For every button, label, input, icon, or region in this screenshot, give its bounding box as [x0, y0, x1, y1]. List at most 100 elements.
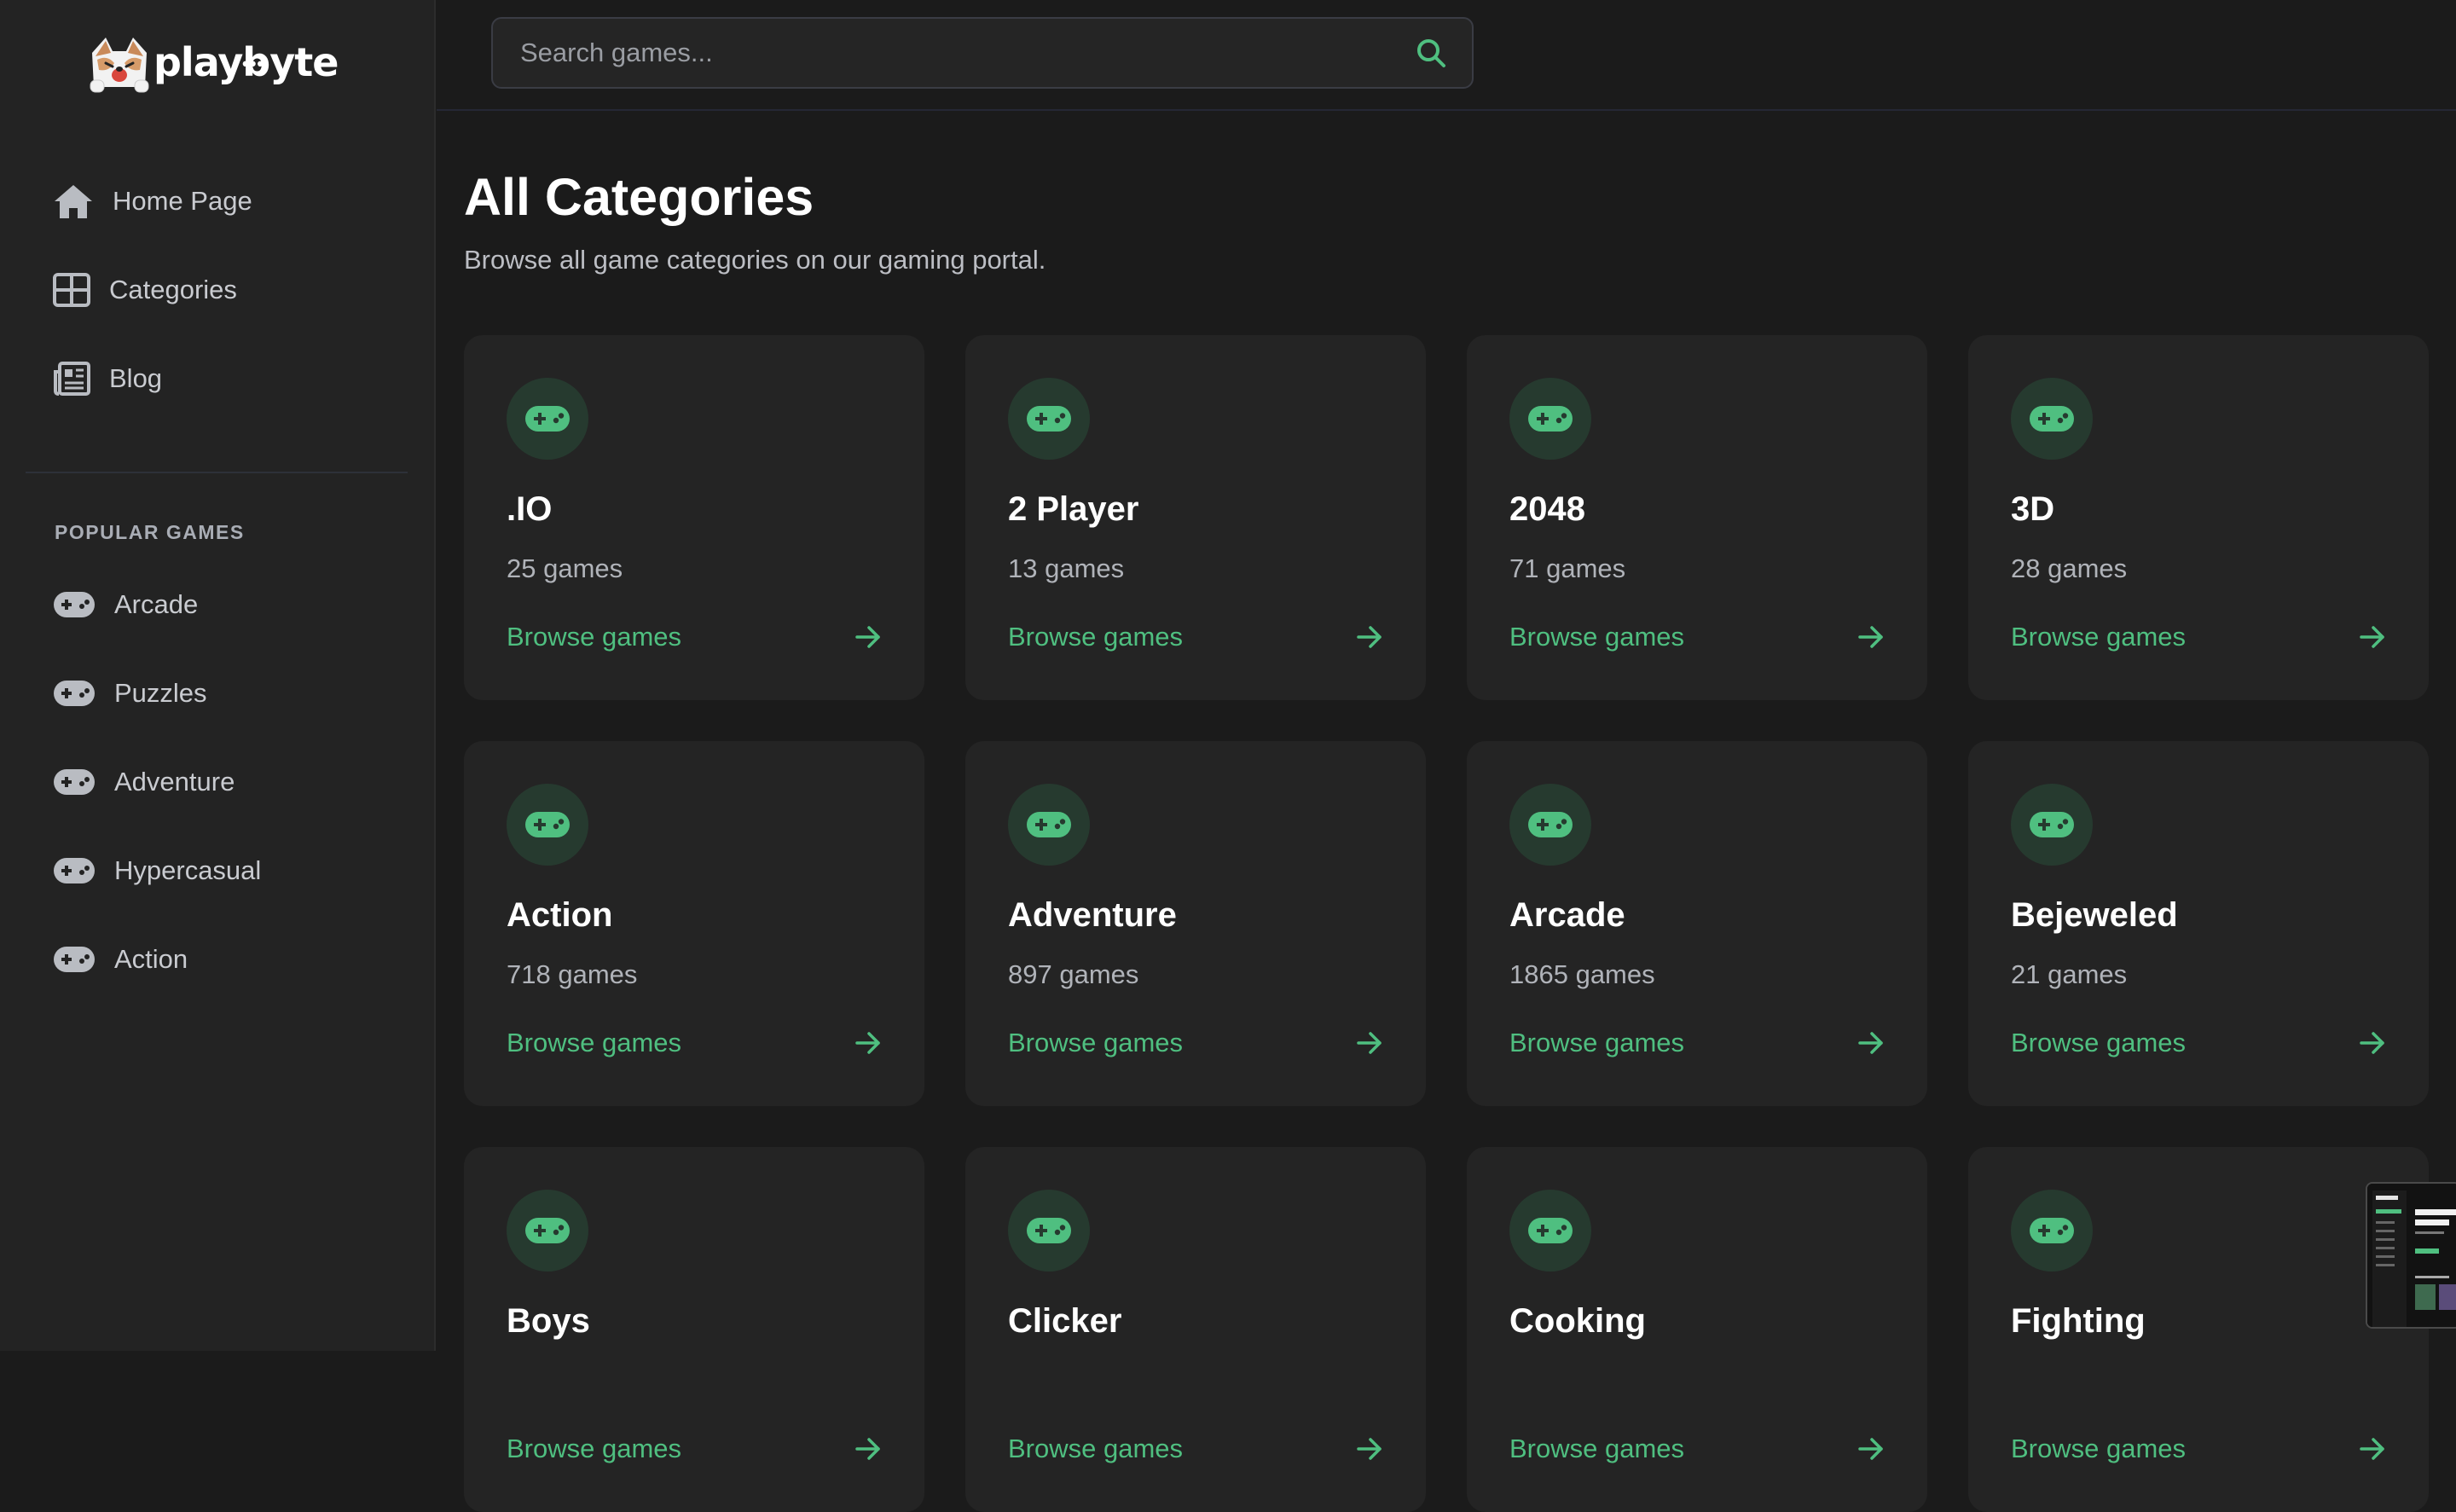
category-name: Fighting: [2011, 1302, 2146, 1340]
browse-games-link[interactable]: Browse games: [2011, 1026, 2386, 1060]
category-name: Bejeweled: [2011, 896, 2178, 934]
gamepad-icon: [54, 681, 95, 706]
arrow-right-icon: [2360, 1438, 2384, 1460]
browse-games-link[interactable]: Browse games: [1509, 1432, 1885, 1466]
category-game-count: 25 games: [507, 553, 623, 583]
gamepad-icon: [54, 592, 95, 617]
browse-games-link[interactable]: Browse games: [2011, 620, 2386, 654]
page-preview-image: [2367, 1184, 2456, 1327]
browse-games-label: Browse games: [1509, 622, 1685, 652]
search-icon[interactable]: [1416, 38, 1446, 68]
category-card[interactable]: Action 718 games Browse games: [464, 741, 924, 1106]
category-card[interactable]: Boys Browse games: [464, 1147, 924, 1512]
category-icon-circle: [1509, 378, 1591, 460]
popular-item-hypercasual[interactable]: Hypercasual: [53, 855, 261, 886]
gamepad-icon: [1027, 1218, 1071, 1243]
gamepad-icon: [2030, 812, 2074, 837]
browse-games-link[interactable]: Browse games: [507, 1432, 882, 1466]
category-name: 2048: [1509, 490, 1585, 528]
sidebar-divider: [26, 472, 408, 473]
top-bar: [437, 0, 2456, 111]
category-card[interactable]: 3D 28 games Browse games: [1968, 335, 2429, 700]
popular-item-label: Puzzles: [114, 678, 207, 708]
browse-games-label: Browse games: [1509, 1434, 1685, 1463]
arrow-right-icon: [2360, 626, 2384, 648]
popular-item-adventure[interactable]: Adventure: [53, 767, 235, 797]
category-icon-circle: [507, 1190, 588, 1272]
category-icon-circle: [507, 378, 588, 460]
category-game-count: 1865 games: [1509, 959, 1655, 989]
category-game-count: 897 games: [1008, 959, 1139, 989]
gamepad-icon: [1027, 812, 1071, 837]
arrow-right-icon: [1858, 626, 1883, 648]
category-icon-circle: [1008, 378, 1090, 460]
arrow-right-icon: [1357, 626, 1382, 648]
category-card[interactable]: Bejeweled 21 games Browse games: [1968, 741, 2429, 1106]
browse-games-label: Browse games: [1509, 1028, 1685, 1057]
dog-mascot-icon: [90, 38, 149, 93]
arrow-right-icon: [1858, 1438, 1883, 1460]
popular-item-action[interactable]: Action: [53, 944, 188, 975]
search-input[interactable]: [520, 19, 1373, 87]
category-card[interactable]: Fighting Browse games: [1968, 1147, 2429, 1512]
arrow-right-icon: [1357, 1032, 1382, 1054]
arrow-right-icon: [2360, 1032, 2384, 1054]
browse-games-label: Browse games: [507, 622, 682, 652]
arrow-right-icon: [855, 1438, 880, 1460]
popular-games-title: POPULAR GAMES: [55, 521, 245, 543]
gamepad-icon: [1528, 812, 1573, 837]
category-game-count: 71 games: [1509, 553, 1626, 583]
category-name: Boys: [507, 1302, 590, 1340]
category-card[interactable]: 2048 71 games Browse games: [1467, 335, 1927, 700]
browse-games-link[interactable]: Browse games: [1509, 620, 1885, 654]
nav-home-page[interactable]: Home Page: [53, 182, 252, 220]
gamepad-icon: [54, 947, 95, 972]
category-card[interactable]: .IO 25 games Browse games: [464, 335, 924, 700]
category-card[interactable]: Arcade 1865 games Browse games: [1467, 741, 1927, 1106]
category-icon-circle: [1008, 784, 1090, 866]
gamepad-icon: [1528, 1218, 1573, 1243]
browse-games-link[interactable]: Browse games: [507, 1026, 882, 1060]
page-title: All Categories: [464, 168, 814, 226]
popular-item-arcade[interactable]: Arcade: [53, 589, 198, 620]
category-card[interactable]: Adventure 897 games Browse games: [965, 741, 1426, 1106]
gamepad-icon: [54, 769, 95, 795]
home-icon: [55, 185, 92, 218]
gamepad-icon: [525, 406, 570, 432]
nav-blog[interactable]: Blog: [53, 362, 162, 396]
page-subtitle: Browse all game categories on our gaming…: [464, 245, 1046, 275]
browse-games-label: Browse games: [507, 1434, 682, 1463]
browse-games-link[interactable]: Browse games: [2011, 1432, 2386, 1466]
category-icon-circle: [1509, 784, 1591, 866]
browse-games-link[interactable]: Browse games: [1008, 620, 1383, 654]
category-name: Adventure: [1008, 896, 1177, 934]
arrow-right-icon: [1858, 1032, 1883, 1054]
search-box[interactable]: [491, 17, 1474, 89]
newspaper-icon: [54, 362, 90, 396]
category-card[interactable]: Cooking Browse games: [1467, 1147, 1927, 1512]
browse-games-label: Browse games: [1008, 1434, 1184, 1463]
category-card[interactable]: 2 Player 13 games Browse games: [965, 335, 1426, 700]
browse-games-link[interactable]: Browse games: [507, 620, 882, 654]
gamepad-icon: [2030, 1218, 2074, 1243]
gamepad-icon: [54, 858, 95, 883]
gamepad-icon: [525, 812, 570, 837]
category-icon-circle: [1008, 1190, 1090, 1272]
page-preview-thumbnail[interactable]: [2366, 1182, 2456, 1329]
nav-categories[interactable]: Categories: [53, 273, 237, 307]
category-name: .IO: [507, 490, 553, 528]
browse-games-link[interactable]: Browse games: [1509, 1026, 1885, 1060]
brand-logo[interactable]: playbyte: [87, 34, 339, 94]
popular-item-puzzles[interactable]: Puzzles: [53, 678, 207, 709]
browse-games-label: Browse games: [1008, 1028, 1184, 1057]
gamepad-icon: [1027, 406, 1071, 432]
category-card[interactable]: Clicker Browse games: [965, 1147, 1426, 1512]
category-name: Arcade: [1509, 896, 1625, 934]
browse-games-link[interactable]: Browse games: [1008, 1026, 1383, 1060]
category-name: Clicker: [1008, 1302, 1122, 1340]
nav-label: Categories: [109, 275, 237, 304]
category-icon-circle: [507, 784, 588, 866]
category-name: 2 Player: [1008, 490, 1139, 528]
browse-games-link[interactable]: Browse games: [1008, 1432, 1383, 1466]
gamepad-icon: [525, 1218, 570, 1243]
